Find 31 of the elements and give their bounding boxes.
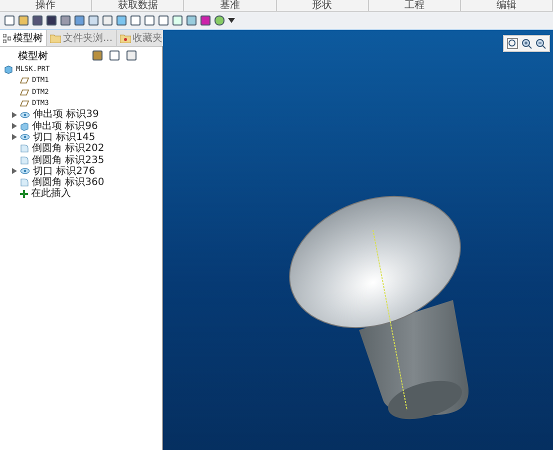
panel-tab[interactable]: 模型树 [0,30,47,46]
tree-item[interactable]: 伸出项 标识39 [33,109,99,120]
ribbon-group-label[interactable]: 操作 [0,0,92,11]
folder-star-icon [120,34,131,42]
ribbon-group-label[interactable]: 获取数据 [92,0,184,11]
tree-item[interactable]: 切口 标识145 [33,132,96,143]
plus-icon [20,190,28,198]
dropdown-arrow-icon[interactable] [228,18,235,23]
panel-title: 模型树 [18,50,49,62]
tree-item[interactable]: 倒圆角 标识360 [32,177,104,188]
expand-arrow-icon[interactable] [12,123,17,130]
zoom-fit-icon[interactable] [507,38,518,49]
block-icon [20,122,29,131]
ribbon-group-label[interactable]: 形状 [276,0,369,11]
round-icon [20,178,29,188]
expand-arrow-icon[interactable] [12,112,17,118]
tree-item[interactable]: 在此插入 [31,188,71,200]
ribbon-group-label[interactable]: 工程 [368,0,461,11]
zoom-in-icon[interactable] [521,38,532,49]
tree-item[interactable]: 倒圆角 标识235 [32,154,104,166]
expand-arrow-icon[interactable] [12,168,17,174]
tree-icon [3,34,11,42]
ribbon-group-label[interactable]: 编辑 [460,0,553,11]
tree-item[interactable]: 伸出项 标识96 [32,120,98,132]
folder-icon [50,34,61,42]
expand-arrow-icon[interactable] [12,134,17,140]
tree-item[interactable]: 切口 标识276 [33,166,96,177]
tree-item[interactable]: 倒圆角 标识202 [32,143,104,154]
3d-viewport[interactable] [163,30,553,450]
zoom-out-icon[interactable] [535,38,546,49]
ribbon-group-label[interactable]: 基准 [184,0,277,11]
